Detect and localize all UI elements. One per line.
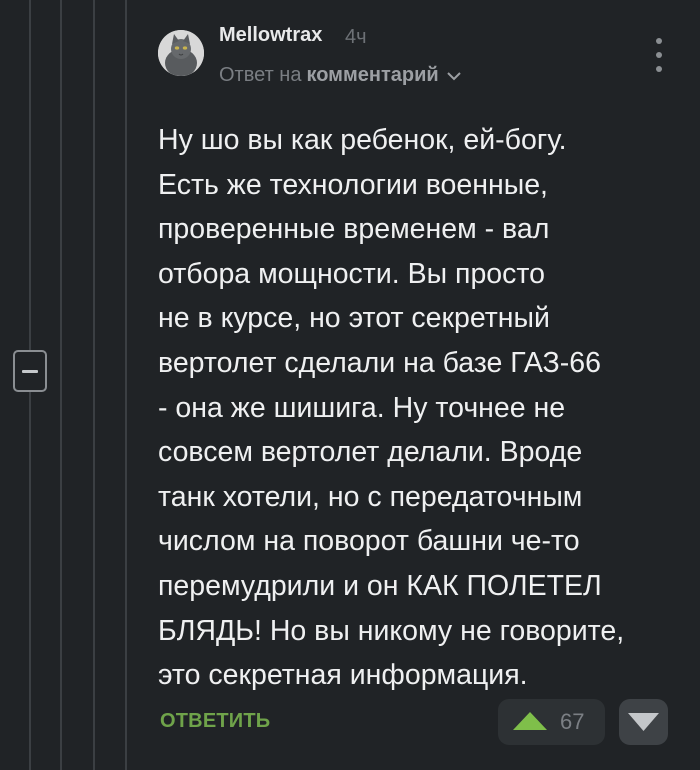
thread-line-4 xyxy=(125,0,127,770)
comment-line: Есть же технологии военные, xyxy=(158,168,548,201)
comment-line: - она же шишига. Ну точнее не xyxy=(158,391,566,424)
comment-line: отбора мощности. Вы просто xyxy=(158,257,545,290)
triangle-down-icon xyxy=(628,713,659,731)
comment-line: перемудрили и он КАК ПОЛЕТЕЛ xyxy=(158,569,602,602)
upvote-button[interactable]: 67 xyxy=(498,699,605,745)
reply-to-target: комментарий xyxy=(306,64,439,86)
more-vertical-icon[interactable] xyxy=(652,38,666,72)
thread-line-2 xyxy=(60,0,62,770)
comment-author[interactable]: Mellowtrax xyxy=(219,24,322,47)
reply-to-prefix: Ответ на xyxy=(219,64,302,86)
thread-line-3 xyxy=(93,0,95,770)
comment-line: это секретная информация. xyxy=(158,659,528,692)
triangle-up-icon xyxy=(513,712,547,730)
comment-line: Ну шо вы как ребенок, ей-богу. xyxy=(158,124,567,156)
avatar[interactable] xyxy=(158,30,204,76)
comment-line: проверенные временем - вал xyxy=(158,213,550,246)
comment-line: не в курсе, но этот секретный xyxy=(158,302,550,335)
reply-to-link[interactable]: Ответ на комментарий xyxy=(219,64,462,87)
comment-line: танк хотели, но с передаточным xyxy=(158,480,583,513)
comment-line: БЛЯДЬ! Но вы никому не говорите, xyxy=(158,614,625,647)
comment-line: числом на поворот башни че-то xyxy=(158,525,580,558)
comment-body: Ну шо вы как ребенок, ей-богу. Есть же т… xyxy=(158,118,678,698)
avatar-cat-image xyxy=(158,30,204,76)
comment-timestamp: 4ч xyxy=(345,26,367,48)
rating-count: 67 xyxy=(560,709,585,734)
comment-line: совсем вертолет делали. Вроде xyxy=(158,436,583,469)
chevron-down-icon xyxy=(446,71,461,80)
minus-icon xyxy=(22,369,38,373)
comment-line: вертолет сделали на базе ГАЗ-66 xyxy=(158,346,601,379)
collapse-thread-button[interactable] xyxy=(13,350,47,392)
downvote-button[interactable] xyxy=(619,699,668,745)
reply-button[interactable]: ОТВЕТИТЬ xyxy=(160,710,270,733)
